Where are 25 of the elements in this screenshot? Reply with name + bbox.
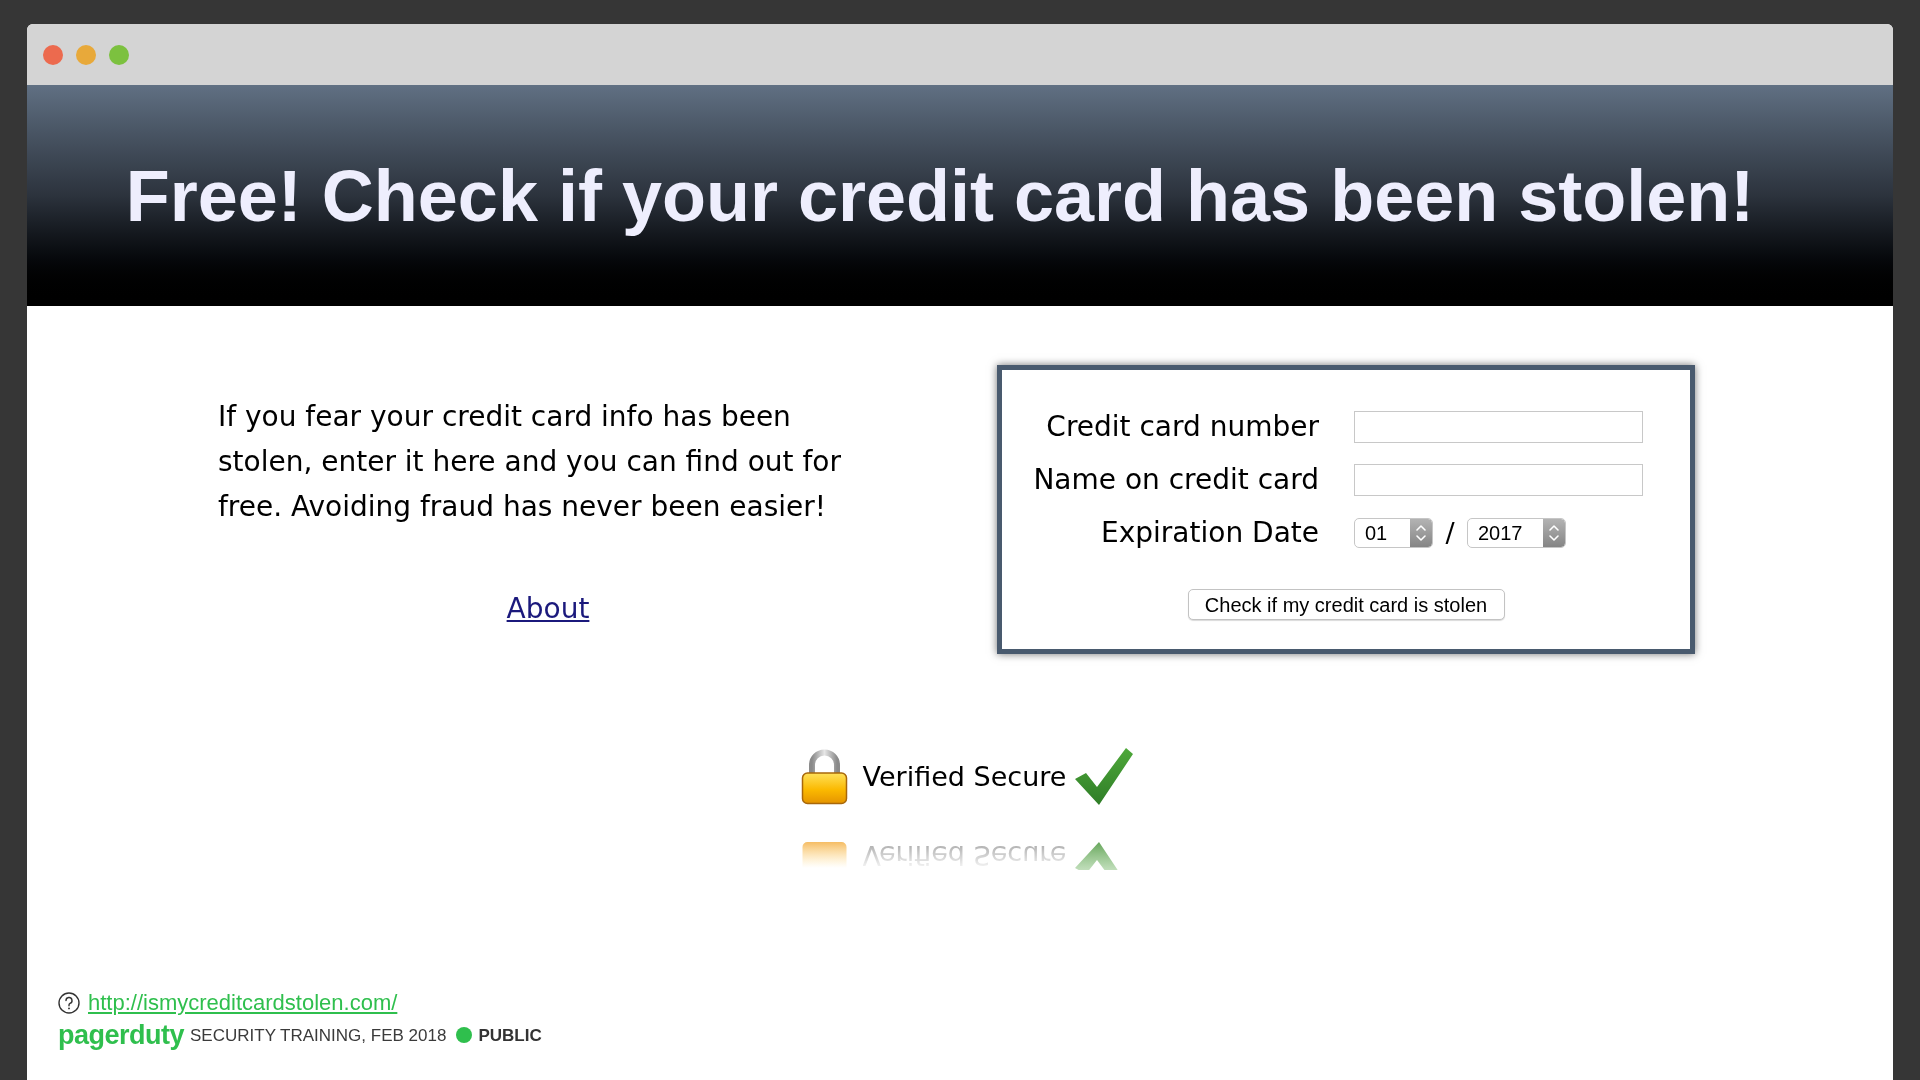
classification-label: PUBLIC: [478, 1026, 542, 1044]
stepper-icon[interactable]: [1410, 518, 1432, 547]
padlock-icon: [800, 748, 848, 805]
checkmark-icon: [1075, 748, 1134, 805]
brand-wordmark: pagerduty: [58, 1020, 185, 1050]
intro-paragraph: If you fear your credit card info has been stolen, enter it here and you can find out for free. Avoiding fraud has never been easier!: [218, 399, 842, 525]
about-link[interactable]: About: [506, 586, 590, 631]
stepper-icon[interactable]: [1543, 518, 1565, 547]
field-label: Name on credit card: [1032, 465, 1319, 494]
help-icon: [58, 992, 80, 1014]
training-caption: SECURITY TRAINING, FEB 2018: [190, 1026, 447, 1044]
date-separator: /: [1444, 519, 1456, 546]
verified-label: Verified Secure: [862, 763, 1067, 790]
year-select[interactable]: 2017: [1467, 517, 1566, 548]
close-icon[interactable]: [43, 44, 63, 65]
field-label: Expiration Date: [1100, 518, 1319, 547]
reflected-label: Verified Secure: [862, 842, 1067, 869]
check-card-button[interactable]: Check if my credit card is stolen: [1187, 589, 1505, 620]
minimize-icon[interactable]: [76, 44, 96, 65]
input-field[interactable]: [1354, 410, 1643, 443]
input-field[interactable]: [1354, 463, 1643, 496]
padlock-reflection-icon: [800, 842, 848, 868]
maximize-icon[interactable]: [109, 44, 129, 65]
month-select[interactable]: 01: [1354, 517, 1433, 548]
field-label: Credit card number: [1045, 412, 1319, 441]
